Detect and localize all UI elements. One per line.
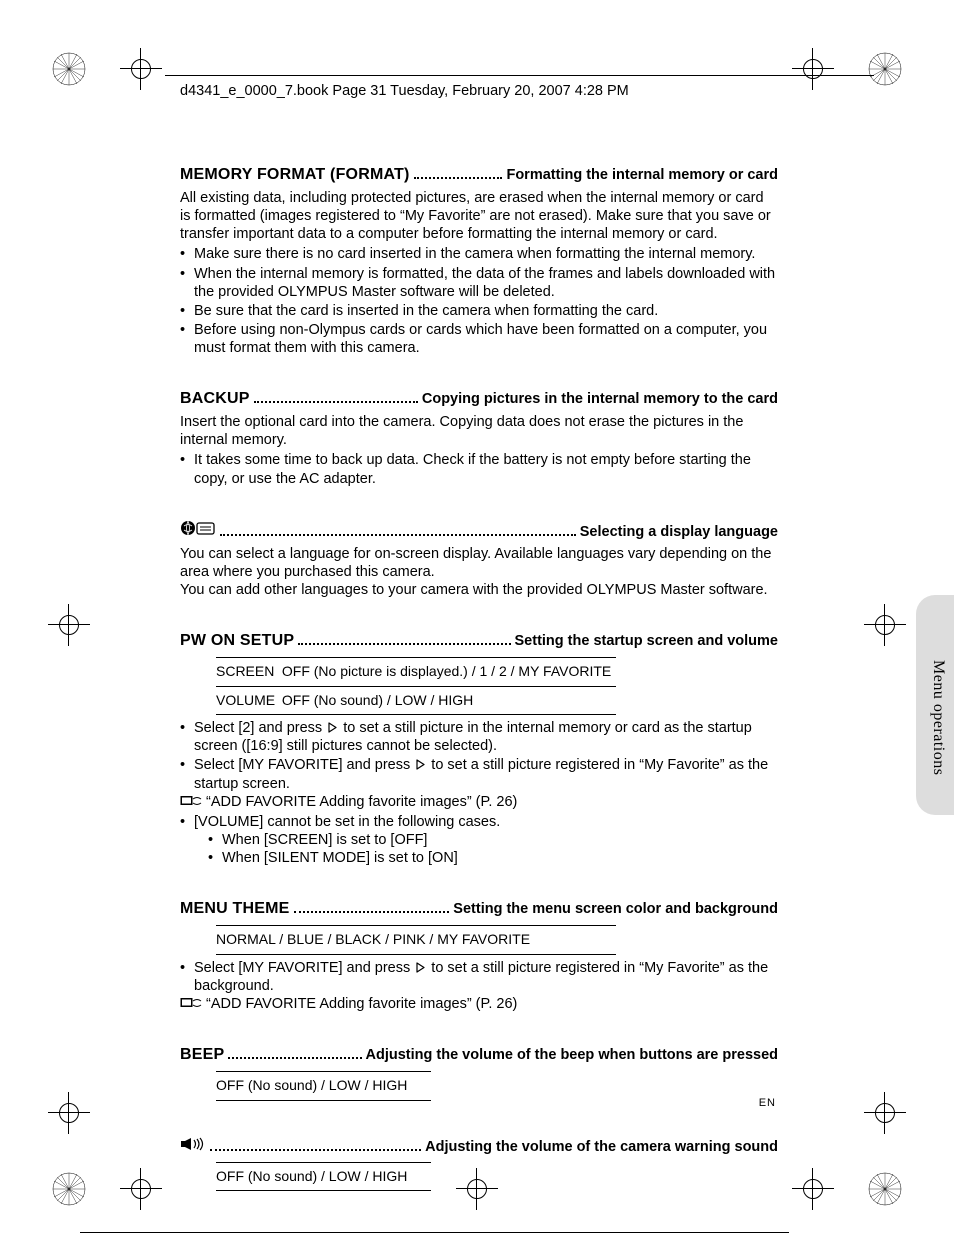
- option-values: OFF (No picture is displayed.) / 1 / 2 /…: [282, 663, 611, 679]
- option-values: NORMAL / BLUE / BLACK / PINK / MY FAVORI…: [216, 929, 616, 951]
- bullet-list: Make sure there is no card inserted in t…: [180, 245, 778, 357]
- bullet-list: It takes some time to back up data. Chec…: [180, 451, 778, 487]
- right-arrow-icon: [328, 722, 337, 733]
- crosshair-icon: [128, 1176, 154, 1202]
- footer-language: EN: [759, 1097, 776, 1111]
- section-subtitle: Copying pictures in the internal memory …: [422, 390, 778, 408]
- side-section-label: Menu operations: [928, 660, 948, 775]
- section-subtitle: Setting the menu screen color and backgr…: [453, 900, 778, 918]
- options-table: OFF (No sound) / LOW / HIGH: [216, 1071, 431, 1101]
- section-heading: Adjusting the volume of the camera warni…: [180, 1137, 778, 1156]
- crosshair-icon: [872, 1100, 898, 1126]
- leader-dots: [414, 170, 503, 179]
- section-title: BEEP: [180, 1045, 224, 1065]
- option-values: OFF (No sound) / LOW / HIGH: [282, 692, 473, 708]
- bullet-list: Select [2] and press to set a still pict…: [180, 719, 778, 793]
- section-title: PW ON SETUP: [180, 631, 294, 651]
- section-subtitle: Setting the startup screen and volume: [515, 632, 778, 650]
- leader-dots: [220, 527, 576, 536]
- crosshair-icon: [800, 56, 826, 82]
- regmark-icon: [868, 1172, 902, 1206]
- list-item: When the internal memory is formatted, t…: [180, 265, 778, 301]
- body-text: You can select a language for on-screen …: [180, 545, 778, 581]
- reference-icon: [180, 996, 202, 1008]
- footer-rule: [80, 1232, 789, 1233]
- section-heading: MENU THEME Setting the menu screen color…: [180, 899, 778, 919]
- regmark-icon: [868, 52, 902, 86]
- cross-reference: “ADD FAVORITE Adding favorite images” (P…: [180, 793, 778, 811]
- section-title: BACKUP: [180, 389, 250, 409]
- section-title: MEMORY FORMAT (FORMAT): [180, 165, 410, 185]
- section-subtitle: Adjusting the volume of the camera warni…: [425, 1138, 778, 1156]
- header-rule: [165, 75, 874, 76]
- section-subtitle: Selecting a display language: [580, 523, 778, 541]
- header-meta: d4341_e_0000_7.book Page 31 Tuesday, Feb…: [180, 82, 629, 100]
- crosshair-icon: [128, 56, 154, 82]
- bullet-list: Select [MY FAVORITE] and press to set a …: [180, 959, 778, 995]
- cross-reference: “ADD FAVORITE Adding favorite images” (P…: [180, 995, 778, 1013]
- crosshair-icon: [56, 1100, 82, 1126]
- list-item: [VOLUME] cannot be set in the following …: [180, 813, 778, 867]
- regmark-icon: [52, 1172, 86, 1206]
- leader-dots: [210, 1142, 421, 1151]
- section-heading: MEMORY FORMAT (FORMAT) Formatting the in…: [180, 165, 778, 185]
- options-table: OFF (No sound) / LOW / HIGH: [216, 1162, 431, 1192]
- option-values: OFF (No sound) / LOW / HIGH: [216, 1075, 431, 1097]
- option-values: OFF (No sound) / LOW / HIGH: [216, 1166, 431, 1188]
- section-title: MENU THEME: [180, 899, 290, 919]
- section-heading: Selecting a display language: [180, 520, 778, 541]
- language-globe-icon: [180, 520, 216, 541]
- list-item: Select [MY FAVORITE] and press to set a …: [180, 959, 778, 995]
- body-text: You can add other languages to your came…: [180, 581, 778, 599]
- reference-icon: [180, 794, 202, 806]
- right-arrow-icon: [416, 759, 425, 770]
- crosshair-icon: [56, 612, 82, 638]
- list-item: When [SILENT MODE] is set to [ON]: [208, 849, 778, 867]
- right-arrow-icon: [416, 962, 425, 973]
- leader-dots: [294, 904, 450, 913]
- leader-dots: [228, 1050, 361, 1059]
- section-heading: PW ON SETUP Setting the startup screen a…: [180, 631, 778, 651]
- crosshair-icon: [872, 612, 898, 638]
- leader-dots: [298, 636, 510, 645]
- body-text: All existing data, including protected p…: [180, 189, 778, 243]
- list-item: Before using non-Olympus cards or cards …: [180, 321, 778, 357]
- option-label: SCREEN: [216, 663, 278, 681]
- page-content: MEMORY FORMAT (FORMAT) Formatting the in…: [180, 165, 778, 1195]
- list-item: Make sure there is no card inserted in t…: [180, 245, 778, 263]
- options-table: SCREEN OFF (No picture is displayed.) / …: [216, 657, 616, 715]
- section-subtitle: Adjusting the volume of the beep when bu…: [366, 1046, 779, 1064]
- regmark-icon: [52, 52, 86, 86]
- bullet-list: [VOLUME] cannot be set in the following …: [180, 813, 778, 867]
- section-subtitle: Formatting the internal memory or card: [506, 166, 778, 184]
- section-heading: BACKUP Copying pictures in the internal …: [180, 389, 778, 409]
- list-item: It takes some time to back up data. Chec…: [180, 451, 778, 487]
- list-item: Be sure that the card is inserted in the…: [180, 302, 778, 320]
- speaker-sound-icon: [180, 1137, 206, 1156]
- crosshair-icon: [800, 1176, 826, 1202]
- section-heading: BEEP Adjusting the volume of the beep wh…: [180, 1045, 778, 1065]
- list-item: Select [2] and press to set a still pict…: [180, 719, 778, 755]
- list-item: Select [MY FAVORITE] and press to set a …: [180, 756, 778, 792]
- options-table: NORMAL / BLUE / BLACK / PINK / MY FAVORI…: [216, 925, 616, 955]
- option-label: VOLUME: [216, 692, 278, 710]
- leader-dots: [254, 394, 418, 403]
- body-text: Insert the optional card into the camera…: [180, 413, 778, 449]
- list-item: When [SCREEN] is set to [OFF]: [208, 831, 778, 849]
